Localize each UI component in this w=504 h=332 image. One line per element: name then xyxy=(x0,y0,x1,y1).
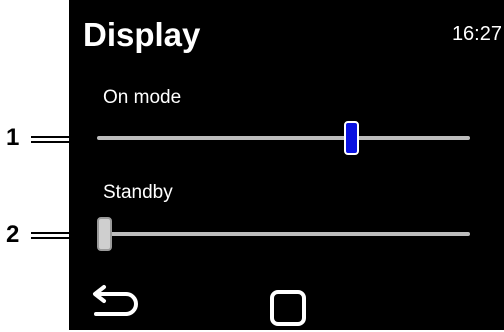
status-clock: 16:27 xyxy=(451,23,502,45)
page-title: Display xyxy=(83,16,201,53)
callout-1: 1 xyxy=(6,124,20,151)
callout-2: 2 xyxy=(6,221,20,248)
standby-slider-track[interactable] xyxy=(97,232,470,236)
on-mode-slider-thumb[interactable] xyxy=(344,121,360,155)
back-button[interactable] xyxy=(90,283,140,323)
on-mode-label: On mode xyxy=(103,87,182,108)
home-square-icon xyxy=(270,290,306,326)
back-arrow-icon xyxy=(93,285,138,316)
device-screen: Display 16:27 On mode Standby xyxy=(69,0,504,330)
home-button[interactable] xyxy=(269,289,307,327)
on-mode-slider-track[interactable] xyxy=(97,136,470,140)
standby-label: Standby xyxy=(103,182,173,203)
standby-slider-thumb[interactable] xyxy=(97,217,112,251)
